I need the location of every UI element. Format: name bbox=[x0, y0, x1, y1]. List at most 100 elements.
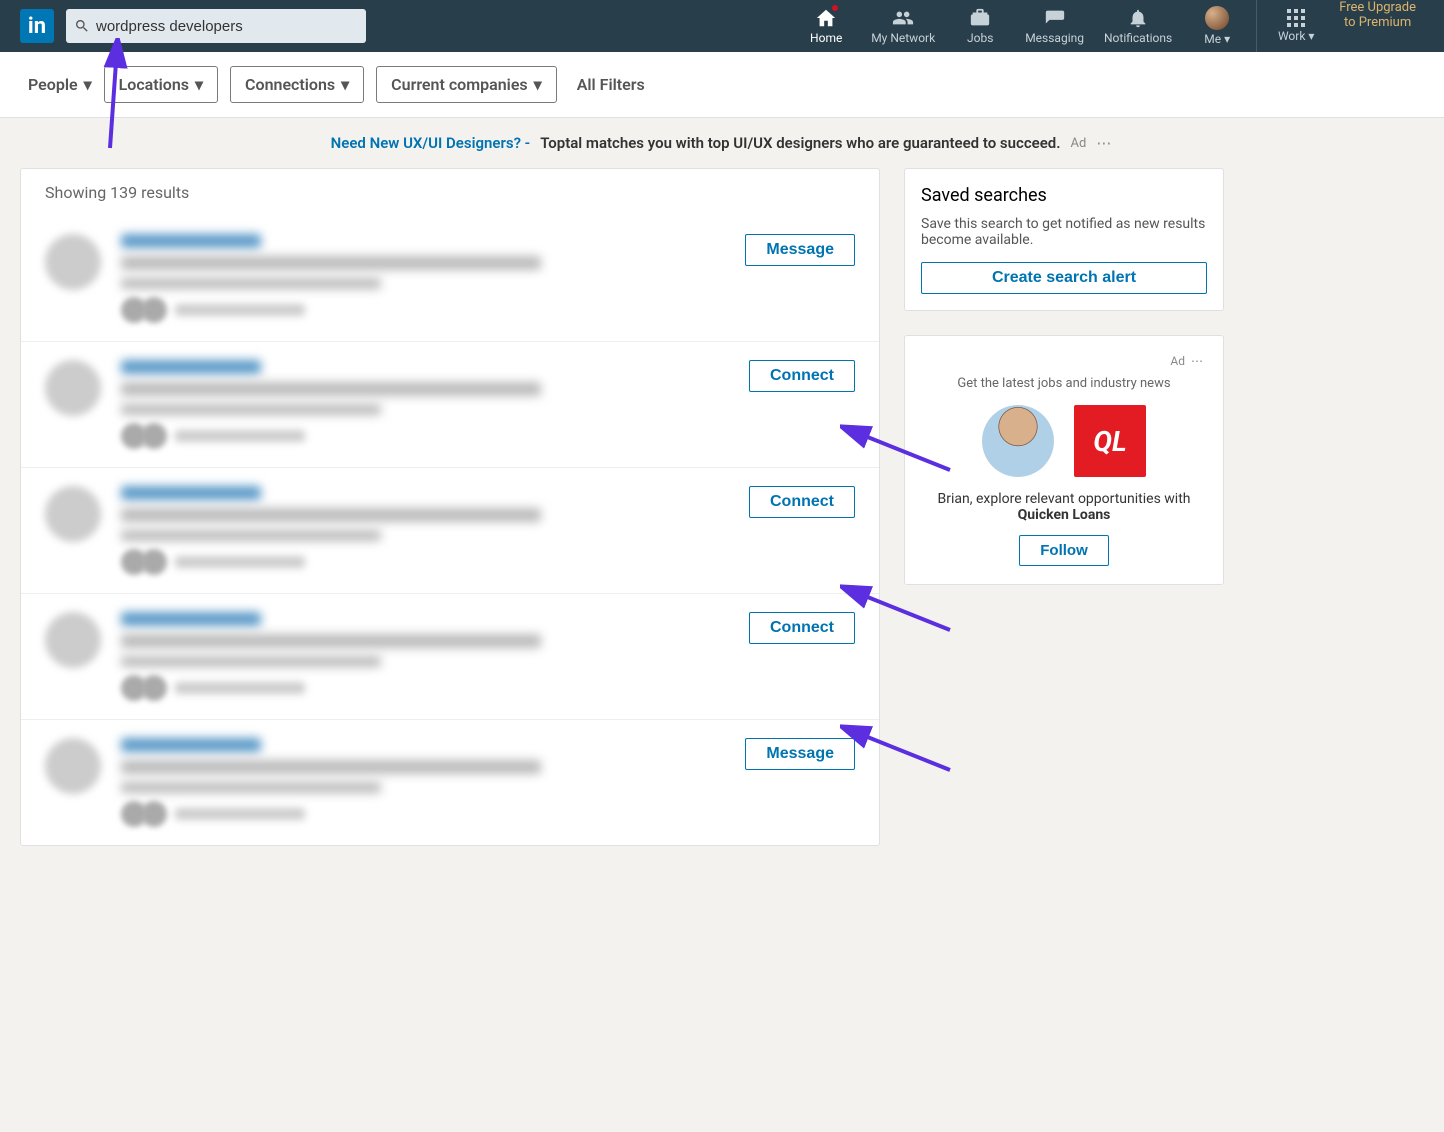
result-row: Connect bbox=[21, 593, 879, 719]
shared-connections bbox=[121, 801, 745, 827]
nav-label: Messaging bbox=[1025, 31, 1084, 45]
result-location bbox=[121, 656, 381, 667]
result-location bbox=[121, 530, 381, 541]
result-body bbox=[121, 234, 745, 323]
result-action: Connect bbox=[749, 486, 855, 518]
primary-nav: Home My Network Jobs Messaging Notificat… bbox=[791, 0, 1424, 52]
result-action-button[interactable]: Message bbox=[745, 234, 855, 266]
nav-label: Jobs bbox=[967, 31, 993, 45]
grid-icon bbox=[1287, 9, 1305, 27]
create-alert-button[interactable]: Create search alert bbox=[921, 262, 1207, 294]
ad-link[interactable]: Need New UX/UI Designers? - bbox=[331, 134, 531, 152]
ad-banner: Need New UX/UI Designers? - Toptal match… bbox=[0, 118, 1444, 168]
content-area: Showing 139 results Message Connect bbox=[0, 168, 1444, 870]
result-action: Connect bbox=[749, 360, 855, 392]
search-input[interactable] bbox=[96, 18, 358, 35]
nav-label: Home bbox=[810, 31, 842, 45]
result-action: Connect bbox=[749, 612, 855, 644]
nav-home[interactable]: Home bbox=[791, 0, 861, 52]
ad-text: Toptal matches you with top UI/UX design… bbox=[540, 134, 1060, 152]
result-row: Connect bbox=[21, 467, 879, 593]
filter-companies[interactable]: Current companies▾ bbox=[376, 66, 557, 103]
result-body bbox=[121, 612, 749, 701]
nav-label: My Network bbox=[871, 31, 935, 45]
filter-connections[interactable]: Connections▾ bbox=[230, 66, 364, 103]
search-box[interactable] bbox=[66, 9, 366, 43]
result-headline bbox=[121, 760, 541, 774]
search-icon bbox=[74, 18, 90, 34]
all-filters-link[interactable]: All Filters bbox=[577, 75, 645, 94]
result-name[interactable] bbox=[121, 234, 261, 248]
bell-icon bbox=[1127, 7, 1149, 29]
nav-work[interactable]: Work ▾ bbox=[1261, 0, 1331, 52]
result-row: Message bbox=[21, 719, 879, 845]
nav-label: Notifications bbox=[1104, 31, 1172, 45]
result-avatar[interactable] bbox=[45, 360, 101, 416]
nav-notifications[interactable]: Notifications bbox=[1094, 0, 1182, 52]
ad-badge: Ad bbox=[1170, 354, 1185, 368]
filter-bar: People▾ Locations▾ Connections▾ Current … bbox=[0, 52, 1444, 118]
ad-menu-icon[interactable]: ⋯ bbox=[1096, 134, 1113, 152]
result-action-button[interactable]: Message bbox=[745, 738, 855, 770]
results-list: Message Connect Connect bbox=[21, 216, 879, 845]
saved-searches-title: Saved searches bbox=[921, 185, 1207, 206]
result-location bbox=[121, 404, 381, 415]
nav-network[interactable]: My Network bbox=[861, 0, 945, 52]
network-icon bbox=[892, 7, 914, 29]
filter-locations[interactable]: Locations▾ bbox=[104, 66, 218, 103]
result-location bbox=[121, 782, 381, 793]
nav-messaging[interactable]: Messaging bbox=[1015, 0, 1094, 52]
caret-down-icon: ▾ bbox=[84, 75, 92, 94]
result-location bbox=[121, 278, 381, 289]
result-headline bbox=[121, 508, 541, 522]
nav-divider bbox=[1256, 0, 1257, 52]
follow-button[interactable]: Follow bbox=[1019, 535, 1109, 566]
global-header: in Home My Network Jobs Messaging Notifi… bbox=[0, 0, 1444, 52]
messaging-icon bbox=[1044, 7, 1066, 29]
nav-jobs[interactable]: Jobs bbox=[945, 0, 1015, 52]
result-action-button[interactable]: Connect bbox=[749, 486, 855, 518]
nav-label: Work ▾ bbox=[1278, 29, 1314, 43]
result-avatar[interactable] bbox=[45, 234, 101, 290]
nav-label: Me ▾ bbox=[1204, 32, 1230, 46]
result-name[interactable] bbox=[121, 486, 261, 500]
sidebar: Saved searches Save this search to get n… bbox=[904, 168, 1224, 846]
result-headline bbox=[121, 634, 541, 648]
caret-down-icon: ▾ bbox=[195, 75, 203, 94]
avatar-icon bbox=[1205, 6, 1229, 30]
result-action-button[interactable]: Connect bbox=[749, 360, 855, 392]
result-action-button[interactable]: Connect bbox=[749, 612, 855, 644]
result-row: Message bbox=[21, 216, 879, 341]
caret-down-icon: ▾ bbox=[341, 75, 349, 94]
shared-connections bbox=[121, 297, 745, 323]
result-headline bbox=[121, 256, 541, 270]
filter-people[interactable]: People▾ bbox=[28, 75, 92, 94]
caret-down-icon: ▾ bbox=[534, 75, 542, 94]
result-name[interactable] bbox=[121, 360, 261, 374]
sponsored-avatar bbox=[982, 405, 1054, 477]
sponsored-card: Ad ⋯ Get the latest jobs and industry ne… bbox=[904, 335, 1224, 585]
result-body bbox=[121, 360, 749, 449]
result-action: Message bbox=[745, 234, 855, 266]
saved-searches-text: Save this search to get notified as new … bbox=[921, 216, 1207, 248]
upgrade-premium-link[interactable]: Free Upgradeto Premium bbox=[1331, 0, 1424, 52]
ad-menu-icon[interactable]: ⋯ bbox=[1191, 354, 1205, 368]
result-avatar[interactable] bbox=[45, 486, 101, 542]
shared-connections bbox=[121, 549, 749, 575]
sponsored-company-logo: QL bbox=[1074, 405, 1146, 477]
sponsored-message: Brian, explore relevant opportunities wi… bbox=[923, 491, 1205, 523]
result-name[interactable] bbox=[121, 738, 261, 752]
briefcase-icon bbox=[969, 7, 991, 29]
notification-dot bbox=[831, 4, 839, 12]
results-count: Showing 139 results bbox=[21, 169, 879, 216]
result-avatar[interactable] bbox=[45, 612, 101, 668]
result-action: Message bbox=[745, 738, 855, 770]
result-body bbox=[121, 738, 745, 827]
linkedin-logo[interactable]: in bbox=[20, 9, 54, 43]
saved-searches-card: Saved searches Save this search to get n… bbox=[904, 168, 1224, 311]
result-avatar[interactable] bbox=[45, 738, 101, 794]
nav-me[interactable]: Me ▾ bbox=[1182, 0, 1252, 52]
result-row: Connect bbox=[21, 341, 879, 467]
result-name[interactable] bbox=[121, 612, 261, 626]
ad-badge: Ad bbox=[1071, 136, 1087, 151]
